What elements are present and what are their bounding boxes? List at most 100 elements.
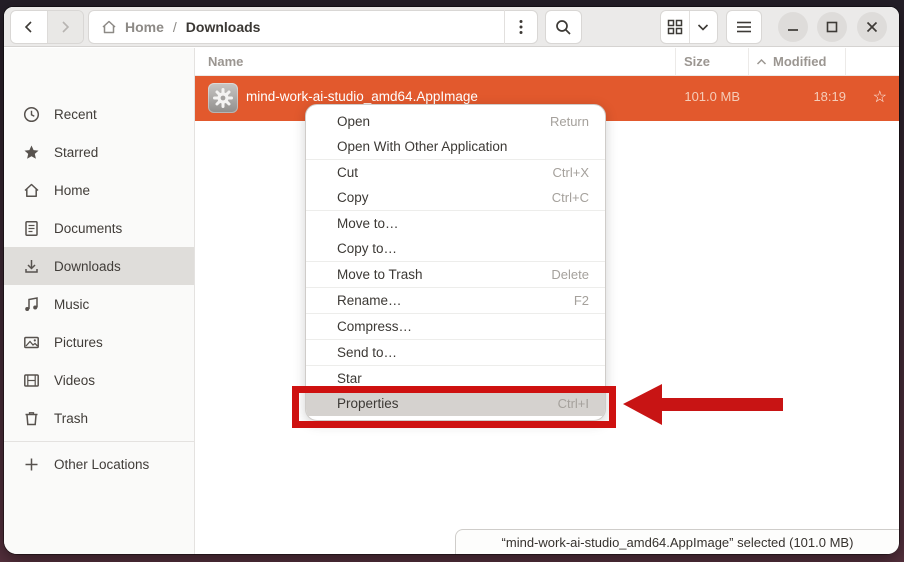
sidebar-item-label: Home	[54, 183, 90, 198]
grid-view-button[interactable]	[661, 11, 689, 43]
sort-ascending-icon	[756, 58, 767, 66]
film-icon	[23, 372, 40, 389]
column-header-modified[interactable]: Modified	[756, 54, 826, 69]
chevron-left-icon	[22, 20, 36, 34]
menu-item-accel: Ctrl+X	[553, 165, 589, 180]
sidebar-item-recent[interactable]: Recent	[4, 95, 194, 133]
file-name: mind-work-ai-studio_amd64.AppImage	[246, 89, 478, 104]
file-size: 101.0 MB	[684, 89, 740, 104]
sidebar-item-other-locations[interactable]: Other Locations	[4, 445, 194, 483]
menu-item-move-to[interactable]: Move to…	[306, 211, 605, 236]
context-menu: Open Return Open With Other Application …	[305, 104, 606, 421]
menu-item-copy[interactable]: Copy Ctrl+C	[306, 185, 605, 210]
chevron-down-icon	[696, 20, 710, 34]
sidebar-item-label: Music	[54, 297, 89, 312]
maximize-button[interactable]	[817, 12, 847, 42]
sidebar-item-downloads[interactable]: Downloads	[4, 247, 194, 285]
sidebar-item-label: Videos	[54, 373, 95, 388]
star-toggle-icon[interactable]: ☆	[873, 87, 887, 107]
status-bar: “mind-work-ai-studio_amd64.AppImage” sel…	[455, 529, 899, 554]
sidebar-item-home[interactable]: Home	[4, 171, 194, 209]
close-button[interactable]	[857, 12, 887, 42]
menu-item-properties[interactable]: Properties Ctrl+I	[306, 391, 605, 416]
menu-item-label: Copy	[337, 190, 369, 205]
column-header-modified-label: Modified	[773, 54, 826, 69]
close-icon	[866, 21, 878, 33]
picture-icon	[23, 334, 40, 351]
menu-item-label: Open With Other Application	[337, 139, 507, 154]
music-note-icon	[23, 296, 40, 313]
menu-item-accel: Ctrl+C	[552, 190, 589, 205]
menu-item-label: Compress…	[337, 319, 412, 334]
view-toggle-split-button	[660, 10, 718, 44]
menu-item-label: Open	[337, 114, 370, 129]
sidebar-item-documents[interactable]: Documents	[4, 209, 194, 247]
file-modified-time: 18:19	[813, 89, 846, 104]
sidebar-item-label: Other Locations	[54, 457, 149, 472]
menu-item-compress[interactable]: Compress…	[306, 314, 605, 339]
home-icon	[101, 19, 117, 35]
clock-icon	[23, 106, 40, 123]
status-text: “mind-work-ai-studio_amd64.AppImage” sel…	[502, 535, 854, 550]
menu-item-label: Cut	[337, 165, 358, 180]
menu-item-accel: F2	[574, 293, 589, 308]
list-column-headers: Name Size Modified	[195, 48, 899, 76]
minimize-icon	[787, 21, 799, 33]
navigation-buttons	[10, 10, 84, 44]
sidebar-item-label: Recent	[54, 107, 97, 122]
column-separator	[675, 48, 676, 76]
breadcrumb-separator: /	[173, 19, 177, 35]
menu-item-rename[interactable]: Rename… F2	[306, 288, 605, 313]
menu-item-accel: Delete	[551, 267, 589, 282]
breadcrumb-current[interactable]: Downloads	[186, 19, 261, 35]
star-icon	[23, 144, 40, 161]
menu-item-label: Rename…	[337, 293, 402, 308]
headerbar: Home / Downloads	[4, 7, 899, 47]
search-button[interactable]	[545, 10, 582, 44]
hamburger-menu-button[interactable]	[726, 10, 762, 44]
breadcrumb-home[interactable]: Home	[125, 19, 164, 35]
chevron-right-icon	[58, 20, 72, 34]
sidebar-item-trash[interactable]: Trash	[4, 399, 194, 437]
menu-item-copy-to[interactable]: Copy to…	[306, 236, 605, 261]
plus-icon	[23, 456, 40, 473]
maximize-icon	[826, 21, 838, 33]
sidebar-item-music[interactable]: Music	[4, 285, 194, 323]
menu-item-label: Send to…	[337, 345, 397, 360]
menu-item-label: Move to Trash	[337, 267, 423, 282]
column-header-size[interactable]: Size	[684, 54, 710, 69]
menu-item-move-to-trash[interactable]: Move to Trash Delete	[306, 262, 605, 287]
minimize-button[interactable]	[778, 12, 808, 42]
menu-item-send-to[interactable]: Send to…	[306, 340, 605, 365]
sidebar-divider	[4, 441, 194, 442]
menu-item-cut[interactable]: Cut Ctrl+X	[306, 160, 605, 185]
document-icon	[23, 220, 40, 237]
hamburger-icon	[736, 20, 752, 34]
trash-icon	[23, 410, 40, 427]
back-button[interactable]	[11, 11, 47, 43]
menu-item-open-with[interactable]: Open With Other Application	[306, 134, 605, 159]
column-separator	[748, 48, 749, 76]
search-icon	[555, 19, 572, 36]
grid-view-icon	[667, 19, 683, 35]
menu-item-accel: Return	[550, 114, 589, 129]
menu-item-label: Move to…	[337, 216, 399, 231]
menu-item-open[interactable]: Open Return	[306, 109, 605, 134]
location-menu-button[interactable]	[505, 10, 537, 44]
sidebar-item-label: Documents	[54, 221, 122, 236]
forward-button[interactable]	[47, 11, 84, 43]
menu-item-label: Star	[337, 371, 362, 386]
appimage-gear-icon	[208, 83, 238, 113]
files-window: Home / Downloads	[4, 7, 899, 554]
sidebar: Recent Starred Home Documents Downloads …	[4, 48, 195, 554]
sidebar-item-videos[interactable]: Videos	[4, 361, 194, 399]
column-header-name[interactable]: Name	[208, 54, 243, 69]
sidebar-item-label: Downloads	[54, 259, 121, 274]
sidebar-item-starred[interactable]: Starred	[4, 133, 194, 171]
breadcrumb[interactable]: Home / Downloads	[88, 10, 538, 44]
sidebar-item-pictures[interactable]: Pictures	[4, 323, 194, 361]
menu-item-label: Properties	[337, 396, 399, 411]
menu-item-star[interactable]: Star	[306, 366, 605, 391]
sidebar-item-label: Trash	[54, 411, 88, 426]
view-options-dropdown[interactable]	[690, 11, 718, 43]
